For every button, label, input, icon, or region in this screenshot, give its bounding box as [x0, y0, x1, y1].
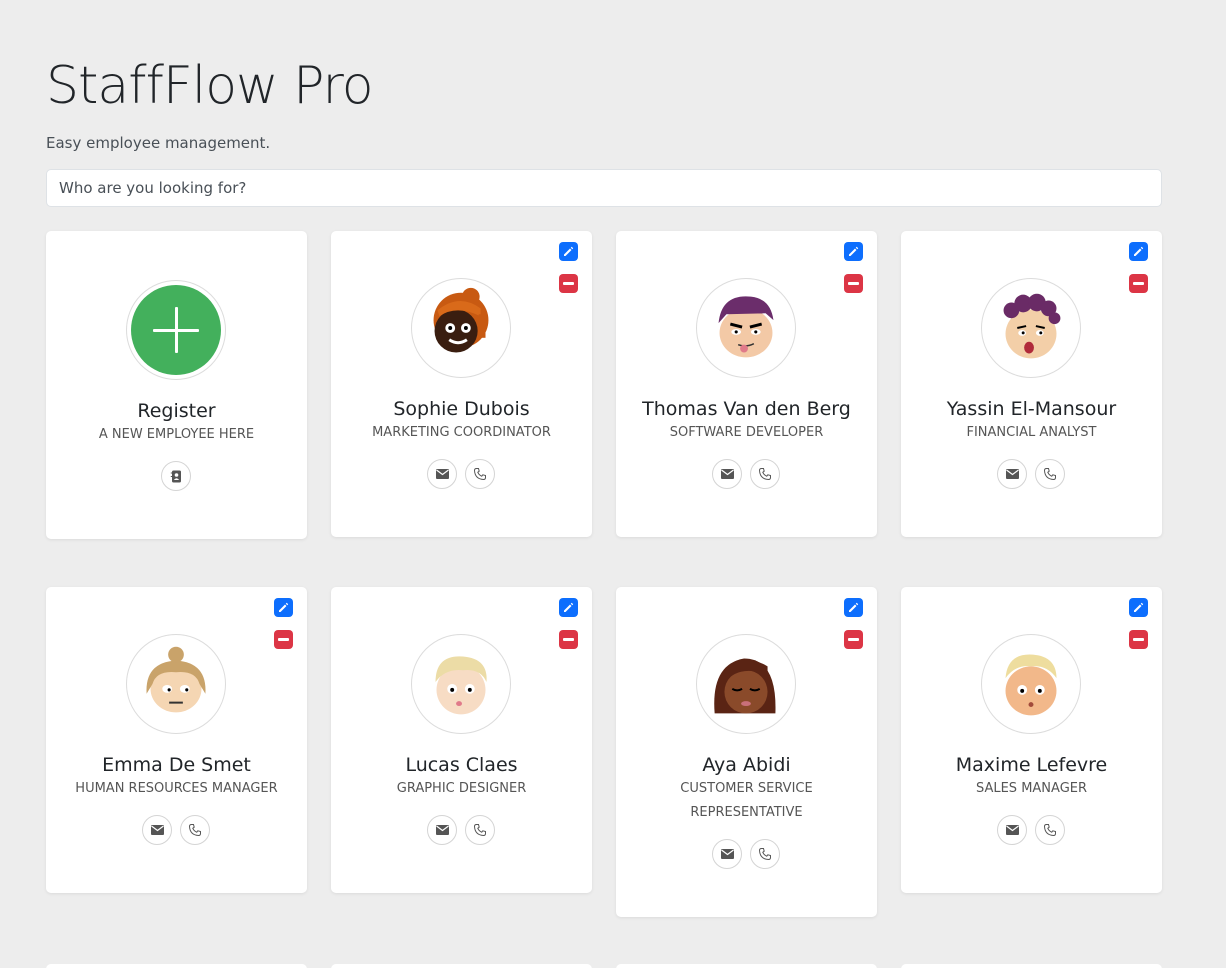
employee-role: GRAPHIC DESIGNER: [396, 781, 527, 796]
phone-icon: [1044, 468, 1056, 480]
avatar: [696, 634, 796, 734]
employee-name: Sophie Dubois: [393, 398, 530, 420]
minus-icon: [1133, 282, 1144, 285]
search-input[interactable]: [46, 169, 1162, 207]
employee-card: Aya Abidi CUSTOMER SERVICE REPRESENTATIV…: [616, 587, 877, 917]
pencil-icon: [1134, 602, 1144, 612]
employee-name: Thomas Van den Berg: [642, 398, 851, 420]
minus-icon: [563, 282, 574, 285]
envelope-icon: [150, 825, 164, 835]
contact-book-icon: [170, 470, 181, 482]
pencil-icon: [279, 602, 289, 612]
employee-card: Yassin El-Mansour FINANCIAL ANALYST: [901, 231, 1162, 537]
email-button[interactable]: [997, 815, 1027, 845]
employee-role: HUMAN RESOURCES MANAGER: [75, 781, 278, 796]
avatar: [126, 634, 226, 734]
employee-card: Thomas Van den Berg SOFTWARE DEVELOPER: [616, 231, 877, 537]
phone-icon: [474, 468, 486, 480]
employee-card-partial: [46, 964, 307, 968]
employee-role: SOFTWARE DEVELOPER: [669, 425, 824, 440]
delete-button[interactable]: [1129, 630, 1148, 649]
delete-button[interactable]: [1129, 274, 1148, 293]
pencil-icon: [1134, 246, 1144, 256]
register-title: Register: [137, 400, 216, 422]
employee-card: Lucas Claes GRAPHIC DESIGNER: [331, 587, 592, 893]
phone-button[interactable]: [1035, 815, 1065, 845]
avatar: [981, 634, 1081, 734]
minus-icon: [848, 282, 859, 285]
edit-button[interactable]: [1129, 598, 1148, 617]
page-title: StaffFlow Pro: [46, 56, 374, 116]
delete-button[interactable]: [844, 630, 863, 649]
envelope-icon: [435, 469, 449, 479]
avatar: [411, 278, 511, 378]
page-subtitle: Easy employee management.: [46, 134, 271, 152]
envelope-icon: [720, 469, 734, 479]
delete-button[interactable]: [274, 630, 293, 649]
employee-role: SALES MANAGER: [975, 781, 1088, 796]
email-button[interactable]: [142, 815, 172, 845]
employee-card-partial: [901, 964, 1162, 968]
minus-icon: [1133, 638, 1144, 641]
avatar: [981, 278, 1081, 378]
pencil-icon: [564, 246, 574, 256]
employee-name: Maxime Lefevre: [955, 754, 1108, 776]
employee-card: Sophie Dubois MARKETING COORDINATOR: [331, 231, 592, 537]
employee-name: Lucas Claes: [405, 754, 518, 776]
delete-button[interactable]: [559, 630, 578, 649]
add-employee-button[interactable]: [126, 280, 226, 380]
edit-button[interactable]: [1129, 242, 1148, 261]
edit-button[interactable]: [559, 242, 578, 261]
delete-button[interactable]: [559, 274, 578, 293]
employee-role: CUSTOMER SERVICE REPRESENTATIVE: [680, 781, 813, 820]
contact-book-button[interactable]: [161, 461, 191, 491]
edit-button[interactable]: [844, 598, 863, 617]
phone-button[interactable]: [465, 815, 495, 845]
employee-card-partial: [331, 964, 592, 968]
employee-role: FINANCIAL ANALYST: [966, 425, 1097, 440]
phone-icon: [1044, 824, 1056, 836]
envelope-icon: [720, 849, 734, 859]
email-button[interactable]: [997, 459, 1027, 489]
envelope-icon: [1005, 469, 1019, 479]
minus-icon: [848, 638, 859, 641]
phone-button[interactable]: [750, 839, 780, 869]
pencil-icon: [564, 602, 574, 612]
register-card[interactable]: Register A NEW EMPLOYEE HERE: [46, 231, 307, 539]
phone-icon: [474, 824, 486, 836]
employee-card: Emma De Smet HUMAN RESOURCES MANAGER: [46, 587, 307, 893]
phone-icon: [759, 848, 771, 860]
phone-button[interactable]: [180, 815, 210, 845]
minus-icon: [563, 638, 574, 641]
employee-name: Yassin El-Mansour: [946, 398, 1117, 420]
phone-button[interactable]: [1035, 459, 1065, 489]
employee-role: MARKETING COORDINATOR: [372, 425, 551, 440]
pencil-icon: [849, 246, 859, 256]
phone-button[interactable]: [750, 459, 780, 489]
email-button[interactable]: [712, 839, 742, 869]
employee-card: Maxime Lefevre SALES MANAGER: [901, 587, 1162, 893]
avatar: [411, 634, 511, 734]
register-subtitle: A NEW EMPLOYEE HERE: [98, 427, 255, 442]
employee-name: Aya Abidi: [702, 754, 791, 776]
delete-button[interactable]: [844, 274, 863, 293]
minus-icon: [278, 638, 289, 641]
phone-button[interactable]: [465, 459, 495, 489]
pencil-icon: [849, 602, 859, 612]
email-button[interactable]: [427, 459, 457, 489]
plus-icon: [131, 285, 221, 375]
employee-name: Emma De Smet: [102, 754, 251, 776]
avatar: [696, 278, 796, 378]
envelope-icon: [1005, 825, 1019, 835]
edit-button[interactable]: [844, 242, 863, 261]
envelope-icon: [435, 825, 449, 835]
phone-icon: [189, 824, 201, 836]
edit-button[interactable]: [274, 598, 293, 617]
phone-icon: [759, 468, 771, 480]
email-button[interactable]: [427, 815, 457, 845]
employee-card-partial: [616, 964, 877, 968]
email-button[interactable]: [712, 459, 742, 489]
edit-button[interactable]: [559, 598, 578, 617]
